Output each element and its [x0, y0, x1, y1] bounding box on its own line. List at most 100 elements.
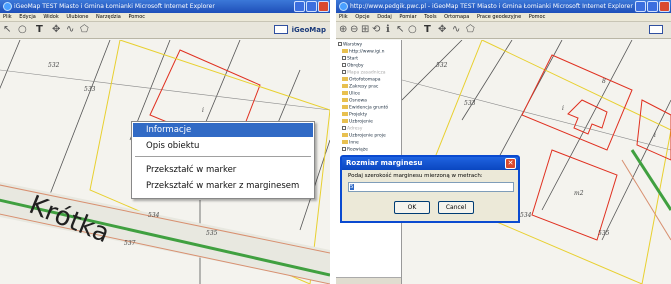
mail-button[interactable]	[649, 25, 667, 34]
menu-item[interactable]: Dodaj	[377, 14, 392, 20]
parcel-label: 535	[206, 230, 218, 237]
tree-item-label: Ulice	[349, 91, 361, 97]
tree-item[interactable]: Obręby	[342, 63, 364, 69]
tree-item-label: Mapa zasadnicza	[347, 70, 386, 76]
tree-item-label: http://www.igi.n	[349, 49, 385, 55]
menu-item[interactable]: Pomoc	[529, 14, 546, 20]
tree-item-label: Uzbrojenie proje	[349, 133, 386, 139]
folder-icon	[342, 77, 348, 81]
close-button[interactable]	[659, 1, 670, 12]
checkbox-icon[interactable]	[342, 63, 346, 67]
tree-item[interactable]: http://www.igi.n	[342, 49, 384, 55]
folder-icon	[342, 140, 348, 144]
brand-label: iGeoMap	[291, 26, 326, 34]
window-controls	[635, 1, 670, 12]
tree-item[interactable]: Rozwiąże	[342, 147, 368, 153]
zoom-tool-icon[interactable]: ○	[18, 24, 27, 36]
zoom-tool-icon[interactable]: ○	[408, 24, 417, 36]
cancel-button[interactable]: Cancel	[438, 201, 474, 214]
right-window-title: http://www.pedgik.pwc.pl - iGeoMap TEST …	[350, 3, 633, 10]
folder-icon	[342, 98, 348, 102]
menu-item[interactable]: Widok	[43, 14, 58, 20]
left-toolbar: ↖ ○ T ✥ ∿ ⬠ iGeoMap	[0, 22, 330, 39]
zoom-out-icon[interactable]: ⊖	[350, 24, 358, 36]
tree-item[interactable]: Warstwy	[338, 42, 362, 48]
tree-item-label: Warstwy	[343, 42, 363, 48]
tree-item[interactable]: Zakresy prac	[342, 84, 378, 90]
tree-item[interactable]: Osnowa	[342, 98, 367, 104]
folder-icon	[342, 119, 348, 123]
tree-item[interactable]: Ulice	[342, 91, 360, 97]
parcel-label: 532	[436, 62, 448, 69]
ok-button[interactable]: OK	[394, 201, 430, 214]
tree-item-label: Obręby	[347, 63, 364, 69]
margin-input-value: 5	[350, 184, 354, 190]
tree-item[interactable]: Inne	[342, 140, 359, 146]
close-button[interactable]	[318, 1, 329, 12]
context-menu-item-przeksztalc-w-marker[interactable]: Przekształć w marker	[133, 163, 313, 177]
mail-icon[interactable]	[273, 25, 288, 34]
menu-item[interactable]: Ortomapa	[444, 14, 469, 20]
left-window-title: iGeoMap TEST Miasto i Gmina Łomianki Mic…	[14, 3, 215, 10]
checkbox-icon[interactable]	[342, 56, 346, 60]
parcel-label: 533	[84, 86, 96, 93]
menu-item[interactable]: Tools	[424, 14, 436, 20]
select-tool-icon[interactable]: ↖	[396, 24, 404, 36]
left-title-bar: iGeoMap TEST Miasto i Gmina Łomianki Mic…	[0, 0, 330, 13]
context-menu-item-opis-obiektu[interactable]: Opis obiektu	[133, 139, 313, 153]
tree-item-label: Inne	[349, 140, 359, 146]
tree-item[interactable]: Uzbrojenie	[342, 119, 373, 125]
polygon-tool-icon[interactable]: ⬠	[80, 24, 89, 36]
checkbox-icon[interactable]	[338, 42, 342, 46]
menu-item[interactable]: Pomoc	[128, 14, 145, 20]
menu-item[interactable]: Plik	[3, 14, 12, 20]
tree-item[interactable]: Ewidencja gruntó	[342, 105, 388, 111]
tree-item[interactable]: Projekty	[342, 112, 367, 118]
menu-item[interactable]: Narzędzia	[96, 14, 121, 20]
checkbox-icon[interactable]	[342, 70, 346, 74]
select-tool-icon[interactable]: ↖	[3, 24, 11, 36]
tree-item-label: Osnowa	[349, 98, 367, 104]
checkbox-icon[interactable]	[342, 147, 346, 151]
zoom-extent-icon[interactable]: ⊞	[361, 24, 369, 36]
maximize-button[interactable]	[647, 1, 658, 12]
tree-item[interactable]: Uzbrojenie proje	[342, 133, 386, 139]
pan-tool-icon[interactable]: ✥	[52, 24, 60, 36]
tree-item[interactable]: Adresy	[342, 126, 362, 132]
zoom-previous-icon[interactable]: ⟲	[372, 24, 380, 36]
menu-item[interactable]: Edycja	[19, 14, 36, 20]
maximize-button[interactable]	[306, 1, 317, 12]
zoom-in-icon[interactable]: ⊕	[339, 24, 347, 36]
minimize-button[interactable]	[635, 1, 646, 12]
mail-icon[interactable]	[649, 25, 663, 34]
text-tool-icon[interactable]: T	[36, 24, 43, 36]
menu-item[interactable]: Pomiar	[399, 14, 416, 20]
menu-item[interactable]: Opcje	[355, 14, 369, 20]
right-toolbar: ⊕ ⊖ ⊞ ⟲ ℹ ↖ ○ T ✥ ∿ ⬠	[336, 22, 671, 39]
tree-item[interactable]: Ortofotomapa	[342, 77, 381, 83]
ie-icon	[339, 2, 348, 11]
tree-item[interactable]: Mapa zasadnicza	[342, 70, 385, 76]
menu-item[interactable]: Ulubione	[66, 14, 88, 20]
text-tool-icon[interactable]: T	[424, 24, 431, 36]
polygon-tool-icon[interactable]: ⬠	[466, 24, 475, 36]
tree-item[interactable]: Start	[342, 56, 358, 62]
margin-input[interactable]: 5	[348, 182, 514, 192]
folder-icon	[342, 112, 348, 116]
right-screenshot: http://www.pedgik.pwc.pl - iGeoMap TEST …	[336, 0, 671, 284]
horizontal-scrollbar[interactable]	[336, 277, 401, 284]
menu-item[interactable]: Plik	[339, 14, 348, 20]
dialog-close-icon[interactable]: ✕	[505, 158, 516, 169]
right-menu-bar: Plik Opcje Dodaj Pomiar Tools Ortomapa P…	[336, 13, 671, 22]
dialog-title: Rozmiar marginesu	[342, 157, 518, 170]
menu-item[interactable]: Prace geodezyjne	[477, 14, 521, 20]
line-tool-icon[interactable]: ∿	[66, 24, 74, 36]
info-icon[interactable]: ℹ	[386, 24, 390, 36]
checkbox-icon[interactable]	[342, 126, 346, 130]
minimize-button[interactable]	[294, 1, 305, 12]
context-menu-item-przeksztalc-z-marginesem[interactable]: Przekształć w marker z marginesem	[133, 179, 313, 193]
line-tool-icon[interactable]: ∿	[452, 24, 460, 36]
parcel-label: 532	[48, 62, 60, 69]
pan-tool-icon[interactable]: ✥	[438, 24, 446, 36]
context-menu-item-informacje[interactable]: Informacje	[133, 123, 313, 137]
